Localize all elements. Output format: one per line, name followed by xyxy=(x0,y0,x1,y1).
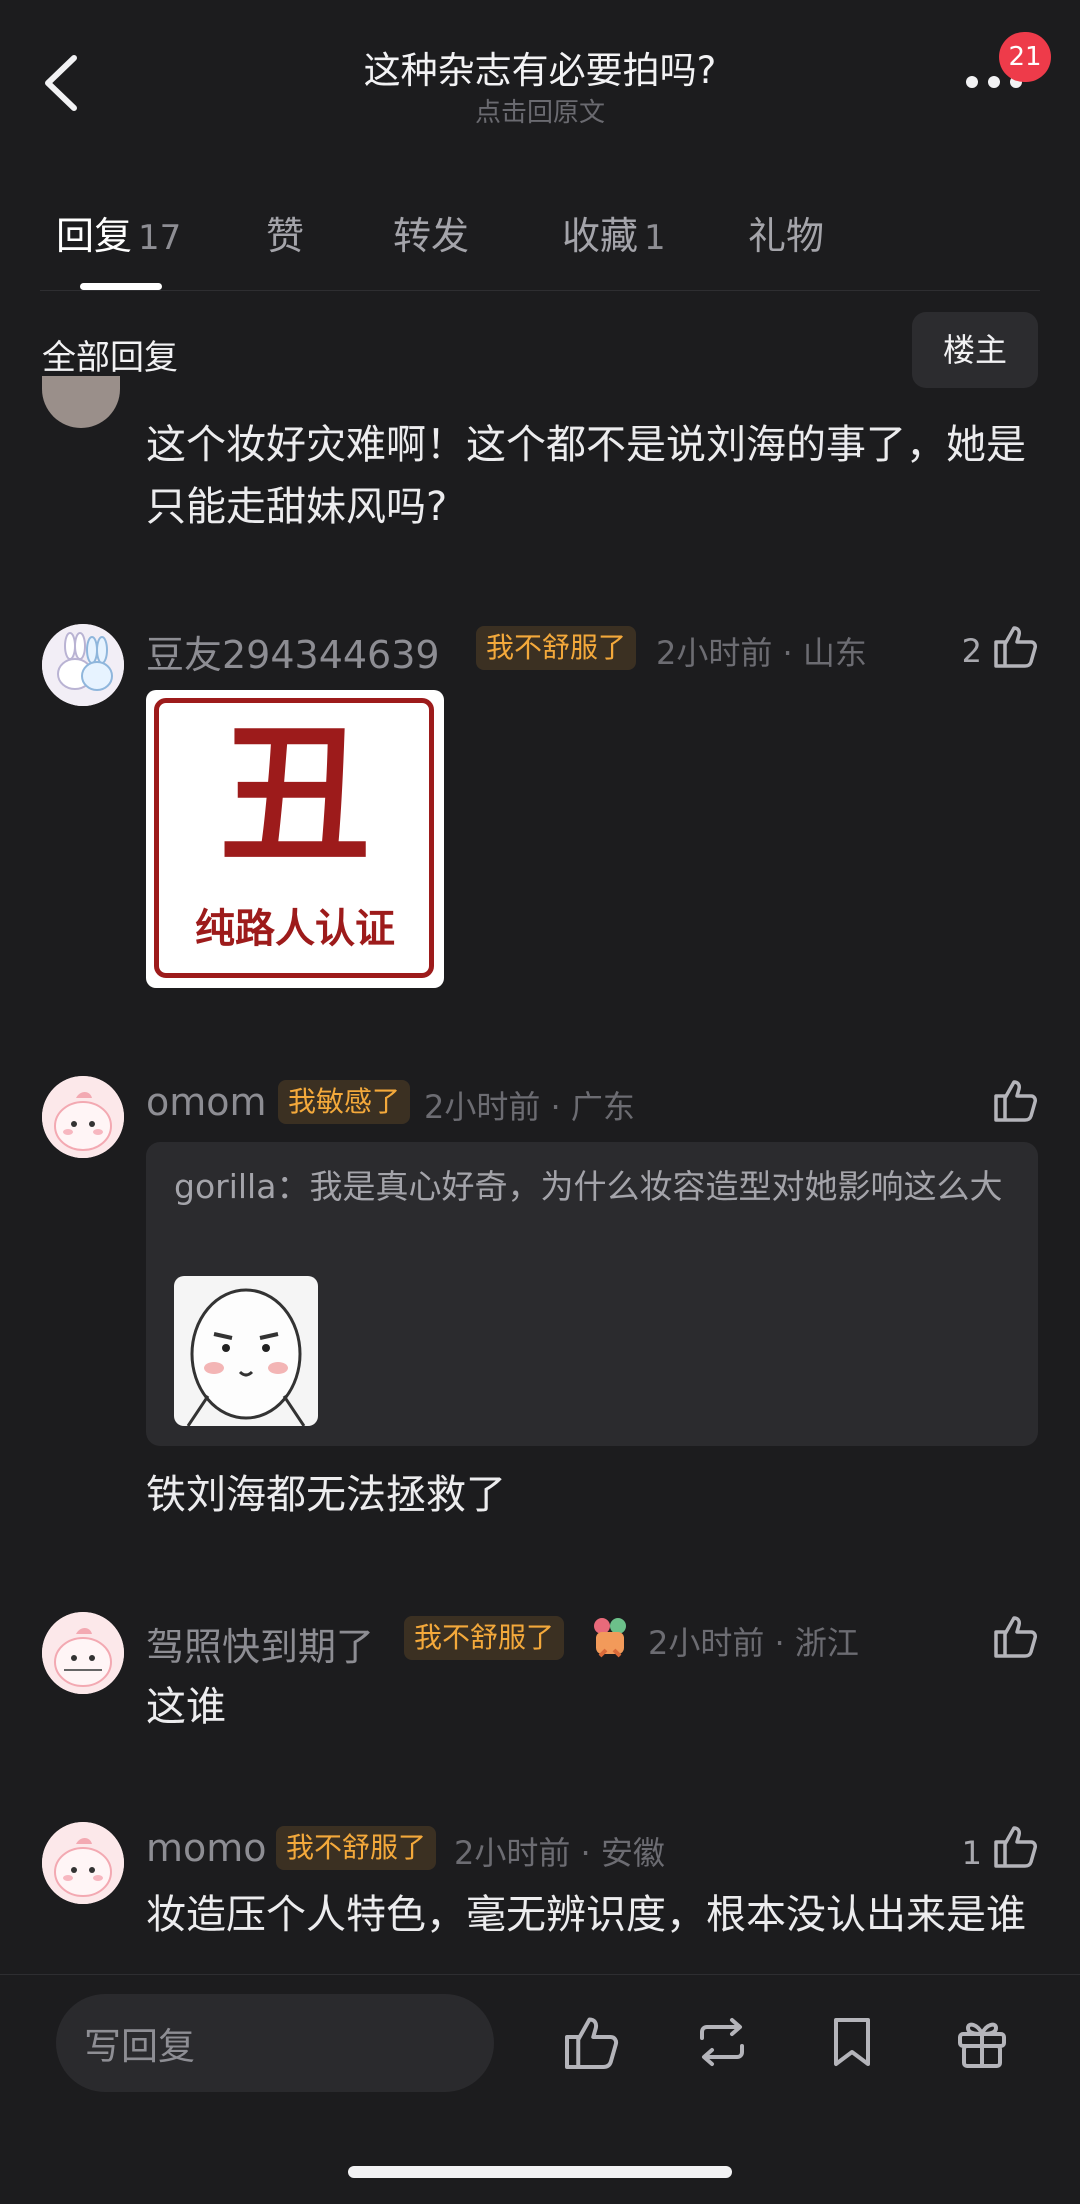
avatar[interactable] xyxy=(42,1822,124,1904)
tab-reposts[interactable]: 转发 xyxy=(393,205,469,260)
like-button[interactable] xyxy=(992,1822,1040,1870)
meme-face-icon xyxy=(186,1288,306,1426)
home-indicator xyxy=(348,2166,732,2178)
gift-icon xyxy=(958,2022,1006,2068)
avatar[interactable] xyxy=(42,1076,124,1158)
mood-tag: 我不舒服了 xyxy=(404,1616,565,1660)
quoted-sticker-image[interactable] xyxy=(174,1276,318,1426)
all-replies-heading: 全部回复 xyxy=(42,338,178,378)
view-original-link[interactable]: 点击回原文 xyxy=(0,92,1080,129)
bookmark-icon xyxy=(834,2018,870,2066)
thumbs-up-icon xyxy=(994,1826,1037,1868)
comment-meta: 2小时前 · 安徽 xyxy=(454,1834,665,1872)
pink-blob-avatar-icon xyxy=(42,1822,124,1904)
comment-body: 这谁 xyxy=(146,1684,226,1730)
comment-body: 这个妆好灾难啊！这个都不是说刘海的事了，她是只能走甜妹风吗? xyxy=(146,422,1026,530)
sticker-caption: 纯路人认证 xyxy=(195,905,395,952)
tab-likes[interactable]: 赞 xyxy=(266,205,304,260)
tab-gifts[interactable]: 礼物 xyxy=(748,205,824,260)
sticker-big-text: 丑 xyxy=(219,707,370,883)
pink-blob-avatar-icon xyxy=(42,1076,124,1158)
badge-icon xyxy=(584,1612,636,1664)
bookmark-button[interactable] xyxy=(822,2012,882,2072)
comment-username[interactable]: 豆友294344639 xyxy=(146,624,440,679)
thumbs-up-icon xyxy=(994,626,1037,668)
like-button[interactable] xyxy=(992,622,1040,670)
active-tab-indicator xyxy=(80,283,162,290)
more-dots-icon xyxy=(966,76,978,88)
quoted-comment-text: gorilla：我是真心好奇，为什么妆容造型对她影响这么大 xyxy=(174,1167,1003,1206)
like-button[interactable] xyxy=(992,1612,1040,1660)
like-button[interactable] xyxy=(992,1076,1040,1124)
comment-body: 妆造压个人特色，毫无辨识度，根本没认出来是谁 xyxy=(146,1892,1026,1938)
tab-bar: 回复 17 赞 转发 收藏 1 礼物 xyxy=(0,205,1080,265)
op-only-button[interactable]: 楼主 xyxy=(912,312,1038,388)
comment-username[interactable]: 驾照快到期了 xyxy=(146,1616,374,1671)
mood-tag: 我敏感了 xyxy=(278,1080,411,1124)
divider xyxy=(40,290,1040,291)
mood-tag: 我不舒服了 xyxy=(276,1826,437,1870)
pink-blob-avatar-icon xyxy=(42,1612,124,1694)
tab-replies[interactable]: 回复 17 xyxy=(56,205,181,260)
mood-tag: 我不舒服了 xyxy=(476,626,637,670)
gift-button[interactable] xyxy=(952,2012,1012,2072)
avatar[interactable] xyxy=(42,376,120,428)
thumbs-up-icon xyxy=(994,1616,1037,1658)
comment-username[interactable]: momo xyxy=(146,1826,267,1870)
sticker-image[interactable]: 丑 纯路人认证 xyxy=(146,690,444,988)
bunny-avatar-icon xyxy=(42,624,124,706)
notification-badge: 21 xyxy=(999,32,1051,82)
like-count: 2 xyxy=(961,632,982,670)
repost-button[interactable] xyxy=(692,2012,752,2072)
tab-favorites[interactable]: 收藏 1 xyxy=(562,205,666,260)
like-post-button[interactable] xyxy=(562,2012,622,2072)
avatar[interactable] xyxy=(42,624,124,706)
comment-meta: 2小时前 · 浙江 xyxy=(648,1624,859,1662)
thumbs-up-icon xyxy=(994,1080,1037,1122)
reply-placeholder: 写回复 xyxy=(84,2025,195,2068)
comment-body: 铁刘海都无法拯救了 xyxy=(146,1472,506,1518)
comment-meta: 2小时前 · 广东 xyxy=(424,1088,635,1126)
page-title: 这种杂志有必要拍吗? xyxy=(363,49,717,92)
thumbs-up-icon xyxy=(565,2017,619,2069)
like-count: 1 xyxy=(961,1834,982,1872)
repost-icon xyxy=(700,2018,744,2066)
comment-username[interactable]: omom xyxy=(146,1080,267,1124)
comment-meta: 2小时前 · 山东 xyxy=(656,634,867,672)
avatar[interactable] xyxy=(42,1612,124,1694)
